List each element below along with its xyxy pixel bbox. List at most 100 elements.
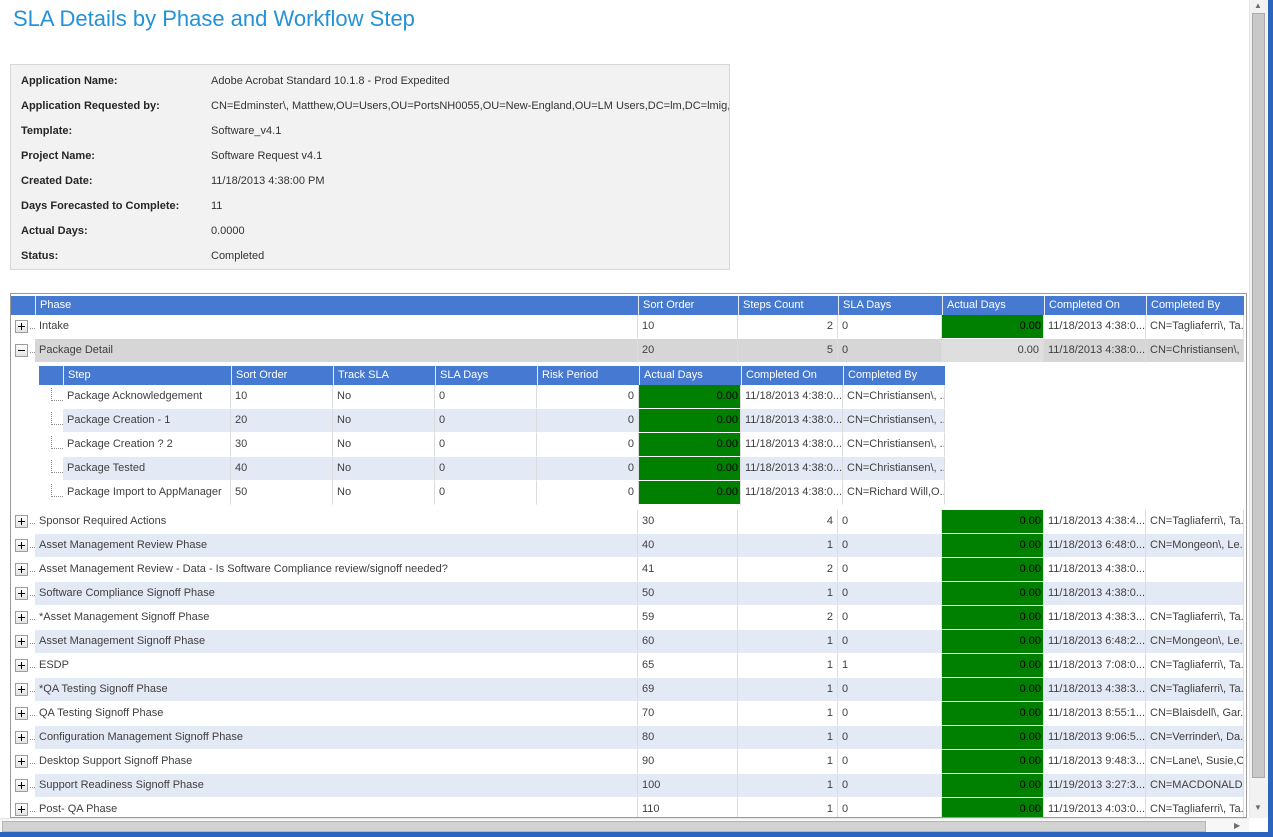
expand-plus-icon[interactable]	[15, 731, 28, 744]
completed-on-cell: 11/18/2013 4:38:0...	[741, 409, 843, 433]
expand-toggle[interactable]	[11, 534, 35, 558]
phase-name-cell: ESDP	[35, 654, 638, 678]
expand-toggle[interactable]	[11, 798, 35, 818]
completed-on-cell: 11/18/2013 6:48:2...	[1044, 630, 1146, 654]
scroll-right-icon[interactable]: ▶	[1234, 822, 1240, 830]
expand-toggle[interactable]	[11, 510, 35, 534]
expand-toggle[interactable]	[11, 678, 35, 702]
expand-plus-icon[interactable]	[15, 563, 28, 576]
sla-days-cell: 0	[435, 481, 537, 505]
horizontal-scrollbar-thumb[interactable]	[2, 821, 1206, 832]
track-sla-cell: No	[333, 457, 435, 481]
steps-count-cell: 1	[738, 702, 838, 726]
info-field-label-created-date: Created Date:	[21, 173, 211, 198]
step-name-cell: Package Creation - 1	[63, 409, 231, 433]
sla-days-cell: 0	[838, 606, 942, 630]
sort-order-cell: 20	[638, 339, 738, 363]
expand-toggle[interactable]	[11, 558, 35, 582]
info-field-label-template: Template:	[21, 123, 211, 148]
step-connector-cell	[39, 457, 63, 481]
completed-on-cell: 11/18/2013 4:38:4...	[1044, 510, 1146, 534]
expand-plus-icon[interactable]	[15, 683, 28, 696]
steps-count-cell: 2	[738, 315, 838, 339]
horizontal-scrollbar[interactable]: ▶	[0, 818, 1249, 833]
column-header-steps-count: Steps Count	[738, 296, 838, 315]
actual-days-cell: 0.00	[942, 315, 1044, 339]
steps-count-cell: 1	[738, 534, 838, 558]
phase-name-cell: Sponsor Required Actions	[35, 510, 638, 534]
steps-count-cell: 1	[738, 630, 838, 654]
phase-row: Package Detail20500.0011/18/2013 4:38:0.…	[11, 339, 1246, 363]
info-field: Status:Completed	[11, 248, 729, 273]
sort-order-cell: 69	[638, 678, 738, 702]
expand-plus-icon[interactable]	[15, 539, 28, 552]
risk-period-cell: 0	[537, 481, 639, 505]
step-row: Package Tested40No000.0011/18/2013 4:38:…	[39, 457, 945, 481]
scroll-up-icon[interactable]: ▲	[1254, 2, 1262, 10]
step-row: Package Creation - 120No000.0011/18/2013…	[39, 409, 945, 433]
vertical-scrollbar[interactable]: ▲ ▼	[1249, 0, 1268, 818]
completed-by-cell: CN=Blaisdell\, Gar...	[1146, 702, 1244, 726]
sort-order-cell: 41	[638, 558, 738, 582]
completed-by-cell: CN=MACDONALD...	[1146, 774, 1244, 798]
sla-days-cell: 0	[838, 582, 942, 606]
column-header-step: Step	[63, 366, 231, 385]
completed-on-cell: 11/18/2013 4:38:0...	[741, 457, 843, 481]
expand-plus-icon[interactable]	[15, 707, 28, 720]
phase-row: *Asset Management Signoff Phase59200.001…	[11, 606, 1246, 630]
report-info-panel: Application Name:Adobe Acrobat Standard …	[10, 64, 730, 270]
expand-toggle[interactable]	[11, 750, 35, 774]
sort-order-cell: 30	[638, 510, 738, 534]
phase-row: Desktop Support Signoff Phase90100.0011/…	[11, 750, 1246, 774]
completed-on-cell: 11/18/2013 4:38:3...	[1044, 678, 1146, 702]
sort-order-cell: 20	[231, 409, 333, 433]
expand-plus-icon[interactable]	[15, 611, 28, 624]
expand-toggle[interactable]	[11, 702, 35, 726]
phase-row: Configuration Management Signoff Phase80…	[11, 726, 1246, 750]
completed-on-cell: 11/18/2013 4:38:0...	[741, 385, 843, 409]
phase-row: ESDP65110.0011/18/2013 7:08:0...CN=Tagli…	[11, 654, 1246, 678]
page-title: SLA Details by Phase and Workflow Step	[13, 6, 415, 32]
expand-toggle[interactable]	[11, 726, 35, 750]
phase-name-cell: Package Detail	[35, 339, 638, 363]
risk-period-cell: 0	[537, 409, 639, 433]
expand-plus-icon[interactable]	[15, 320, 28, 333]
sort-order-cell: 40	[638, 534, 738, 558]
step-name-cell: Package Import to AppManager	[63, 481, 231, 505]
scroll-down-icon[interactable]: ▼	[1254, 804, 1262, 812]
expand-toggle[interactable]	[11, 774, 35, 798]
column-header-actual-days: Actual Days	[942, 296, 1044, 315]
expand-toggle[interactable]	[11, 582, 35, 606]
info-field-value-status: Completed	[211, 248, 729, 273]
expand-plus-icon[interactable]	[15, 659, 28, 672]
expand-toggle[interactable]	[11, 339, 35, 363]
expand-toggle[interactable]	[11, 315, 35, 339]
phase-name-cell: Post- QA Phase	[35, 798, 638, 818]
expand-toggle[interactable]	[11, 606, 35, 630]
completed-by-cell	[1146, 582, 1244, 606]
phase-name-cell: Software Compliance Signoff Phase	[35, 582, 638, 606]
expand-plus-icon[interactable]	[15, 755, 28, 768]
expand-minus-icon[interactable]	[15, 344, 28, 357]
sort-order-cell: 65	[638, 654, 738, 678]
completed-by-cell: CN=Lane\, Susie,O...	[1146, 750, 1244, 774]
expand-plus-icon[interactable]	[15, 515, 28, 528]
completed-on-cell: 11/18/2013 4:38:0...	[1044, 339, 1146, 363]
expand-toggle[interactable]	[11, 630, 35, 654]
completed-on-cell: 11/18/2013 6:48:0...	[1044, 534, 1146, 558]
expand-plus-icon[interactable]	[15, 587, 28, 600]
track-sla-cell: No	[333, 433, 435, 457]
vertical-scrollbar-thumb[interactable]	[1252, 13, 1265, 778]
completed-by-cell: CN=Mongeon\, Le..	[1146, 534, 1244, 558]
sla-days-cell: 0	[435, 457, 537, 481]
expand-plus-icon[interactable]	[15, 803, 28, 816]
expand-plus-icon[interactable]	[15, 635, 28, 648]
sort-order-cell: 30	[231, 433, 333, 457]
phase-name-cell: Intake	[35, 315, 638, 339]
sla-days-cell: 0	[435, 409, 537, 433]
phase-row: Asset Management Review - Data - Is Soft…	[11, 558, 1246, 582]
expand-toggle[interactable]	[11, 654, 35, 678]
expand-plus-icon[interactable]	[15, 779, 28, 792]
completed-by-cell: CN=Tagliaferri\, Ta..	[1146, 606, 1244, 630]
info-field-value-project-name: Software Request v4.1	[211, 148, 729, 173]
